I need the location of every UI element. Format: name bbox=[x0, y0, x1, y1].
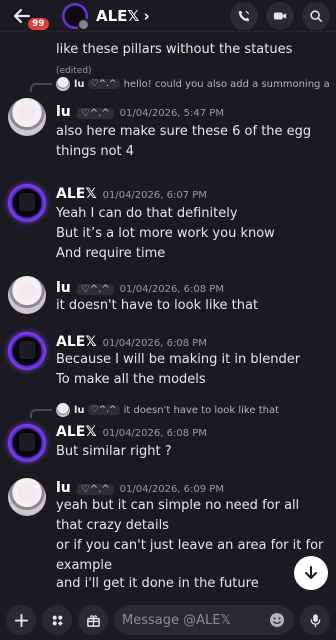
search-button[interactable] bbox=[302, 1, 330, 30]
timestamp: 01/04/2026, 6:08 PM bbox=[102, 338, 207, 349]
dm-header: 99 ALE𝕏 › bbox=[0, 0, 336, 32]
channel-name: ALE𝕏 bbox=[96, 6, 140, 25]
voice-message-button[interactable] bbox=[300, 605, 330, 635]
header-avatar[interactable] bbox=[62, 2, 90, 31]
phone-icon bbox=[238, 10, 250, 21]
emoji-icon[interactable] bbox=[268, 611, 286, 629]
timestamp: 01/04/2026, 6:07 PM bbox=[102, 190, 207, 201]
author-name[interactable]: ALE𝕏 bbox=[56, 334, 97, 350]
gift-icon bbox=[86, 614, 100, 627]
message-text: and i'll get it done in the future bbox=[56, 576, 259, 591]
avatar[interactable] bbox=[8, 424, 46, 462]
message-text: also here make sure these 6 of the egg t… bbox=[56, 124, 312, 159]
timestamp: 01/04/2026, 6:08 PM bbox=[102, 428, 207, 439]
author-tag: ♡^.^ bbox=[76, 284, 114, 295]
avatar[interactable] bbox=[8, 478, 46, 516]
back-button[interactable]: 99 bbox=[8, 2, 51, 32]
chevron-right-icon: › bbox=[143, 6, 150, 25]
gift-button[interactable] bbox=[78, 605, 108, 635]
search-icon bbox=[310, 9, 323, 22]
author-tag: ♡^.^ bbox=[76, 108, 114, 119]
apps-button[interactable] bbox=[42, 605, 72, 635]
reply-preview[interactable]: lu ♡^.^ hello! could you also add a summ… bbox=[30, 76, 330, 92]
channel-title[interactable]: ALE𝕏 › bbox=[96, 7, 150, 25]
author-tag: ♡^.^ bbox=[76, 484, 114, 495]
attach-button[interactable] bbox=[6, 605, 36, 635]
message-text: yeah but it can simple no need for all t… bbox=[56, 498, 300, 533]
message-text: And require time bbox=[56, 246, 166, 261]
arrow-down-icon bbox=[305, 566, 317, 579]
timestamp: 01/04/2026, 6:08 PM bbox=[119, 284, 224, 295]
message-text: But it’s a lot more work you know bbox=[56, 226, 275, 241]
message-text: like these pillars without the statues (… bbox=[56, 42, 293, 76]
plus-icon bbox=[14, 613, 28, 627]
timestamp: 01/04/2026, 6:09 PM bbox=[119, 484, 224, 495]
message-text: or if you can't just leave an area for i… bbox=[56, 538, 324, 573]
author-name[interactable]: lu bbox=[56, 480, 71, 496]
video-icon bbox=[273, 12, 287, 19]
timestamp: 01/04/2026, 5:47 PM bbox=[119, 108, 224, 119]
avatar[interactable] bbox=[8, 184, 46, 222]
jump-to-bottom-button[interactable] bbox=[294, 556, 328, 590]
message-input-placeholder: Message @ALE𝕏 bbox=[122, 612, 231, 628]
edited-label: (edited) bbox=[56, 66, 92, 76]
message-text: it doesn't have to look like that bbox=[56, 298, 259, 313]
author-name[interactable]: lu bbox=[56, 280, 71, 296]
avatar[interactable] bbox=[8, 332, 46, 370]
message-text: To make all the models bbox=[56, 372, 206, 387]
reply-avatar bbox=[56, 403, 70, 417]
message-text: Because I will be making it in blender bbox=[56, 352, 301, 367]
message-text: But similar right ? bbox=[56, 444, 172, 459]
reply-preview[interactable]: lu ♡^.^ it doesn't have to look like tha… bbox=[30, 402, 330, 418]
apps-icon bbox=[52, 615, 63, 626]
microphone-icon bbox=[310, 613, 320, 627]
message-text: Yeah I can do that definitely bbox=[56, 206, 238, 221]
avatar[interactable] bbox=[8, 276, 46, 314]
unread-badge: 99 bbox=[26, 15, 51, 32]
message-input[interactable]: Message @ALE𝕏 bbox=[114, 605, 294, 635]
reply-avatar bbox=[56, 77, 70, 91]
message-list[interactable]: like these pillars without the statues (… bbox=[0, 32, 336, 600]
author-name[interactable]: ALE𝕏 bbox=[56, 186, 97, 202]
message-composer: Message @ALE𝕏 bbox=[0, 600, 336, 640]
author-name[interactable]: lu bbox=[56, 104, 71, 120]
video-call-button[interactable] bbox=[266, 1, 294, 30]
voice-call-button[interactable] bbox=[230, 1, 258, 30]
avatar[interactable] bbox=[8, 98, 46, 136]
author-name[interactable]: ALE𝕏 bbox=[56, 424, 97, 440]
